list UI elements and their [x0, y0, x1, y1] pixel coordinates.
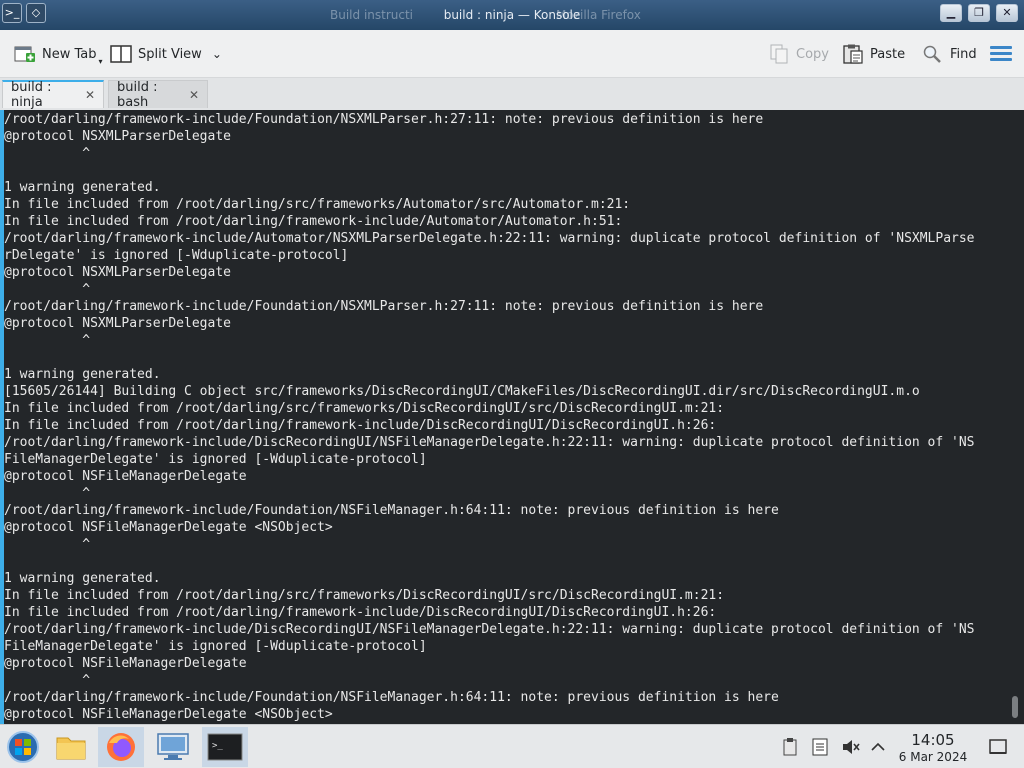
- chevron-up-icon[interactable]: [868, 737, 888, 757]
- terminal-line: @protocol NSXMLParserDelegate: [4, 129, 231, 144]
- terminal-line: @protocol NSFileManagerDelegate: [4, 469, 247, 484]
- terminal-line: ^: [4, 537, 91, 552]
- terminal-line: ^: [4, 673, 91, 688]
- tab-label: build : bash: [117, 79, 158, 110]
- close-tab-icon[interactable]: ✕: [85, 88, 95, 102]
- terminal-scrollbar[interactable]: [1012, 696, 1018, 718]
- close-tab-icon[interactable]: ✕: [189, 88, 199, 102]
- paste-icon: [843, 44, 863, 64]
- tab-build-bash[interactable]: build : bash ✕: [108, 79, 208, 110]
- terminal-line: ^: [4, 282, 91, 297]
- terminal-line: In file included from /root/darling/src/…: [4, 588, 725, 603]
- clock-time: 14:05: [911, 731, 955, 749]
- terminal-line: @protocol NSXMLParserDelegate: [4, 316, 231, 331]
- clock-date: 6 Mar 2024: [898, 750, 968, 764]
- terminal-line: In file included from /root/darling/fram…: [4, 605, 717, 620]
- tab-build-ninja[interactable]: build : ninja ✕: [2, 80, 104, 110]
- terminal-line: rDelegate' is ignored [-Wduplicate-proto…: [4, 248, 349, 263]
- toolbar: New Tab ▾ Split View ⌄ Copy Paste Find: [0, 30, 1024, 78]
- paste-label: Paste: [870, 46, 906, 62]
- terminal-line: 1 warning generated.: [4, 180, 161, 195]
- terminal-line: FileManagerDelegate' is ignored [-Wdupli…: [4, 452, 427, 467]
- terminal-line: 1 warning generated.: [4, 367, 161, 382]
- split-view-chevron-icon[interactable]: ⌄: [212, 47, 222, 61]
- terminal-line: @protocol NSFileManagerDelegate <NSObjec…: [4, 520, 333, 535]
- tab-bar: build : ninja ✕ build : bash ✕: [0, 78, 1024, 110]
- copy-label: Copy: [796, 46, 829, 62]
- file-manager-icon[interactable]: [48, 727, 94, 767]
- maximize-button[interactable]: ❐: [968, 4, 990, 22]
- taskbar: >_ 14:05 6 Mar 2024: [0, 724, 1024, 768]
- find-label: Find: [950, 46, 977, 62]
- tab-label: build : ninja: [11, 80, 52, 110]
- clock[interactable]: 14:05 6 Mar 2024: [896, 731, 970, 765]
- show-desktop-icon[interactable]: [988, 737, 1008, 757]
- terminal-line: In file included from /root/darling/src/…: [4, 401, 725, 416]
- minimize-button[interactable]: ▁: [940, 4, 962, 22]
- terminal-line: ^: [4, 333, 91, 348]
- terminal-line: FileManagerDelegate' is ignored [-Wdupli…: [4, 639, 427, 654]
- terminal-line: /root/darling/framework-include/Foundati…: [4, 112, 764, 127]
- terminal-line: @protocol NSXMLParserDelegate: [4, 265, 231, 280]
- split-view-label: Split View: [138, 46, 202, 62]
- terminal-line: ^: [4, 146, 91, 161]
- search-icon: [923, 45, 941, 63]
- find-button[interactable]: Find: [922, 42, 977, 66]
- terminal-line: In file included from /root/darling/fram…: [4, 214, 623, 229]
- window-title: build : ninja — Konsole: [443, 8, 581, 22]
- terminal-line: /root/darling/framework-include/Foundati…: [4, 503, 779, 518]
- split-view-icon: [110, 45, 132, 63]
- new-tab-label: New Tab: [42, 46, 97, 62]
- terminal-output: /root/darling/framework-include/Foundati…: [4, 111, 1008, 768]
- copy-icon: [770, 44, 788, 64]
- terminal-line: /root/darling/framework-include/Foundati…: [4, 690, 779, 705]
- terminal-line: @protocol NSFileManagerDelegate: [4, 656, 247, 671]
- terminal-line: /root/darling/framework-include/Automato…: [4, 231, 975, 246]
- terminal-line: 1 warning generated.: [4, 571, 161, 586]
- new-tab-icon: [14, 46, 35, 62]
- svg-text:>_: >_: [212, 741, 223, 751]
- new-tab-dropdown-icon[interactable]: ▾: [99, 57, 103, 66]
- firefox-icon[interactable]: [98, 727, 144, 767]
- terminal-line: ^: [4, 486, 91, 501]
- terminal-view[interactable]: /root/darling/framework-include/Foundati…: [0, 110, 1024, 768]
- terminal-line: @protocol NSFileManagerDelegate <NSObjec…: [4, 707, 333, 722]
- clipboard-icon[interactable]: [780, 737, 800, 757]
- terminal-line: /root/darling/framework-include/Foundati…: [4, 299, 764, 314]
- copy-button[interactable]: Copy: [768, 42, 829, 66]
- window-titlebar[interactable]: >_ ◇ Build instructi Mozilla Firefox bui…: [0, 0, 1024, 30]
- hamburger-menu-icon[interactable]: [990, 46, 1012, 62]
- split-view-button[interactable]: Split View ⌄: [110, 42, 222, 66]
- system-settings-icon[interactable]: [150, 727, 196, 767]
- terminal-line: /root/darling/framework-include/DiscReco…: [4, 622, 975, 637]
- terminal-line: In file included from /root/darling/fram…: [4, 418, 717, 433]
- terminal-line: [15605/26144] Building C object src/fram…: [4, 384, 920, 399]
- konsole-icon[interactable]: >_: [202, 727, 248, 767]
- paste-button[interactable]: Paste: [842, 42, 905, 66]
- new-tab-button[interactable]: New Tab ▾: [14, 42, 103, 66]
- start-menu-icon[interactable]: [0, 727, 46, 767]
- close-button[interactable]: ✕: [996, 4, 1018, 22]
- terminal-line: In file included from /root/darling/src/…: [4, 197, 631, 212]
- terminal-line: /root/darling/framework-include/DiscReco…: [4, 435, 975, 450]
- notes-icon[interactable]: [810, 737, 830, 757]
- volume-muted-icon[interactable]: [840, 737, 860, 757]
